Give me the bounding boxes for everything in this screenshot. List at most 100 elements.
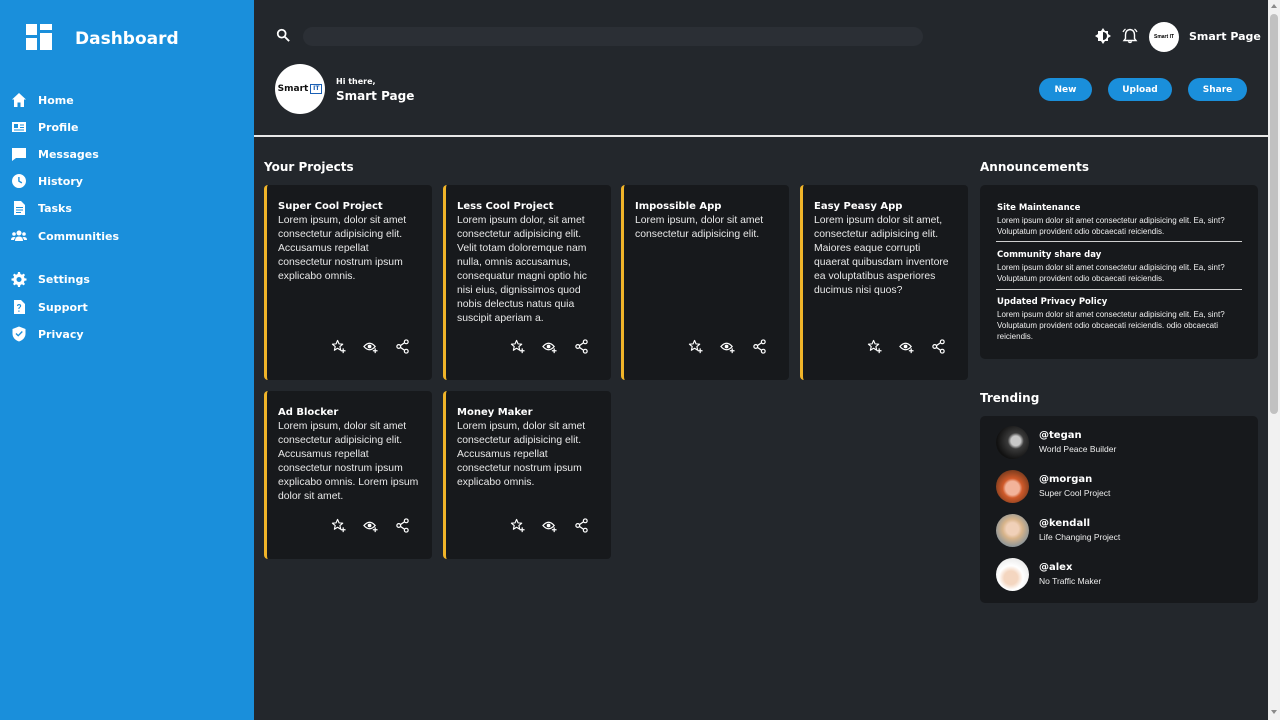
watch-eye-icon[interactable] bbox=[541, 517, 557, 533]
sidebar-item-messages[interactable]: Messages bbox=[10, 144, 99, 164]
trending-project: Life Changing Project bbox=[1039, 532, 1121, 542]
share-icon[interactable] bbox=[573, 338, 589, 354]
watch-eye-icon[interactable] bbox=[362, 338, 378, 354]
sidebar-item-label: Home bbox=[38, 93, 74, 107]
project-card[interactable]: Less Cool Project Lorem ipsum dolor, sit … bbox=[443, 185, 611, 380]
brand-title: Dashboard bbox=[75, 29, 179, 49]
brand[interactable]: Dashboard bbox=[26, 24, 179, 50]
project-description: Lorem ipsum, dolor sit amet consectetur … bbox=[278, 215, 407, 282]
share-icon[interactable] bbox=[394, 338, 410, 354]
project-card[interactable]: Super Cool Project Lorem ipsum, dolor sit… bbox=[264, 185, 432, 380]
brightness-icon[interactable] bbox=[1095, 28, 1111, 44]
scrollbar[interactable] bbox=[1268, 0, 1280, 720]
trending-handle: @kendall bbox=[1039, 518, 1091, 529]
sidebar-item-label: Profile bbox=[38, 120, 79, 134]
sidebar-item-communities[interactable]: Communities bbox=[10, 226, 119, 246]
trending-handle: @tegan bbox=[1039, 430, 1082, 441]
favorite-star-icon[interactable] bbox=[687, 338, 703, 354]
trending-handle: @alex bbox=[1039, 562, 1073, 573]
upload-button[interactable]: Upload bbox=[1108, 78, 1172, 101]
favorite-star-icon[interactable] bbox=[330, 338, 346, 354]
greeting: Hi there, bbox=[336, 77, 376, 86]
watch-eye-icon[interactable] bbox=[362, 517, 378, 533]
user-avatar[interactable]: Smart IT bbox=[1149, 22, 1179, 52]
sidebar-item-label: Communities bbox=[38, 229, 120, 243]
trending-item[interactable]: @kendall Life Changing Project bbox=[996, 514, 1236, 550]
user-name: Smart Page bbox=[1189, 30, 1261, 43]
trending-item[interactable]: @morgan Super Cool Project bbox=[996, 470, 1236, 506]
watch-eye-icon[interactable] bbox=[541, 338, 557, 354]
avatar bbox=[996, 426, 1029, 459]
project-title: Money Maker bbox=[457, 407, 533, 418]
new-button[interactable]: New bbox=[1039, 78, 1092, 101]
home-icon bbox=[10, 91, 28, 109]
announcements-panel: Site Maintenance Lorem ipsum dolor sit a… bbox=[980, 185, 1258, 359]
project-title: Impossible App bbox=[635, 201, 722, 212]
sidebar-item-privacy[interactable]: Privacy bbox=[10, 324, 84, 344]
profile-avatar: Smart IT bbox=[275, 64, 325, 114]
favorite-star-icon[interactable] bbox=[866, 338, 882, 354]
project-title: Super Cool Project bbox=[278, 201, 383, 212]
scroll-up-icon[interactable] bbox=[1271, 4, 1277, 8]
trending-project: No Traffic Maker bbox=[1039, 576, 1102, 586]
message-icon bbox=[10, 145, 28, 163]
announcement-title: Site Maintenance bbox=[997, 203, 1081, 213]
search-input[interactable] bbox=[303, 27, 923, 46]
project-description: Lorem ipsum dolor, sit amet consectetur … bbox=[457, 215, 587, 324]
scroll-down-icon[interactable] bbox=[1271, 710, 1277, 714]
scroll-thumb[interactable] bbox=[1270, 14, 1278, 414]
project-title: Less Cool Project bbox=[457, 201, 554, 212]
gear-icon bbox=[10, 270, 28, 288]
project-title: Ad Blocker bbox=[278, 407, 339, 418]
share-icon[interactable] bbox=[394, 517, 410, 533]
favorite-star-icon[interactable] bbox=[509, 338, 525, 354]
sidebar-item-history[interactable]: History bbox=[10, 171, 83, 191]
sidebar-item-tasks[interactable]: Tasks bbox=[10, 198, 72, 218]
project-card[interactable]: Impossible App Lorem ipsum, dolor sit ame… bbox=[621, 185, 789, 380]
favorite-star-icon[interactable] bbox=[330, 517, 346, 533]
announcement-item[interactable]: Site Maintenance Lorem ipsum dolor sit a… bbox=[997, 203, 1242, 237]
divider bbox=[996, 289, 1242, 290]
project-card[interactable]: Ad Blocker Lorem ipsum, dolor sit amet co… bbox=[264, 391, 432, 559]
sidebar-item-profile[interactable]: Profile bbox=[10, 117, 78, 137]
dashboard-logo-icon bbox=[26, 24, 52, 50]
announcement-item[interactable]: Community share day Lorem ipsum dolor si… bbox=[997, 250, 1242, 284]
watch-eye-icon[interactable] bbox=[719, 338, 735, 354]
id-card-icon bbox=[10, 118, 28, 136]
project-actions bbox=[509, 517, 589, 533]
watch-eye-icon[interactable] bbox=[898, 338, 914, 354]
announcement-title: Community share day bbox=[997, 250, 1102, 260]
project-actions bbox=[330, 517, 410, 533]
sidebar-item-settings[interactable]: Settings bbox=[10, 269, 90, 289]
project-title: Easy Peasy App bbox=[814, 201, 903, 212]
sidebar-item-support[interactable]: Support bbox=[10, 297, 88, 317]
bell-icon[interactable] bbox=[1122, 28, 1138, 44]
project-card[interactable]: Easy Peasy App Lorem ipsum dolor sit amet… bbox=[800, 185, 968, 380]
trending-handle: @morgan bbox=[1039, 474, 1093, 485]
project-actions bbox=[687, 338, 767, 354]
help-document-icon bbox=[10, 298, 28, 316]
share-icon[interactable] bbox=[751, 338, 767, 354]
project-description: Lorem ipsum dolor sit amet, consectetur … bbox=[814, 215, 949, 296]
smart-it-logo: Smart IT bbox=[278, 84, 323, 94]
favorite-star-icon[interactable] bbox=[509, 517, 525, 533]
sidebar-item-home[interactable]: Home bbox=[10, 90, 74, 110]
trending-project: Super Cool Project bbox=[1039, 488, 1111, 498]
divider bbox=[996, 241, 1242, 242]
announcement-item[interactable]: Updated Privacy Policy Lorem ipsum dolor… bbox=[997, 297, 1242, 342]
people-icon bbox=[10, 227, 28, 245]
project-card[interactable]: Money Maker Lorem ipsum, dolor sit amet c… bbox=[443, 391, 611, 559]
sidebar: Dashboard Home Profile Messages History … bbox=[0, 0, 254, 720]
search-icon[interactable] bbox=[276, 28, 290, 42]
project-actions bbox=[330, 338, 410, 354]
sidebar-item-label: Support bbox=[38, 300, 88, 314]
share-button[interactable]: Share bbox=[1188, 78, 1247, 101]
share-icon[interactable] bbox=[930, 338, 946, 354]
share-icon[interactable] bbox=[573, 517, 589, 533]
sidebar-item-label: History bbox=[38, 174, 83, 188]
shield-check-icon bbox=[10, 325, 28, 343]
project-actions bbox=[509, 338, 589, 354]
trending-item[interactable]: @alex No Traffic Maker bbox=[996, 558, 1236, 594]
trending-item[interactable]: @tegan World Peace Builder bbox=[996, 426, 1236, 462]
project-description: Lorem ipsum, dolor sit amet consectetur … bbox=[278, 421, 419, 502]
